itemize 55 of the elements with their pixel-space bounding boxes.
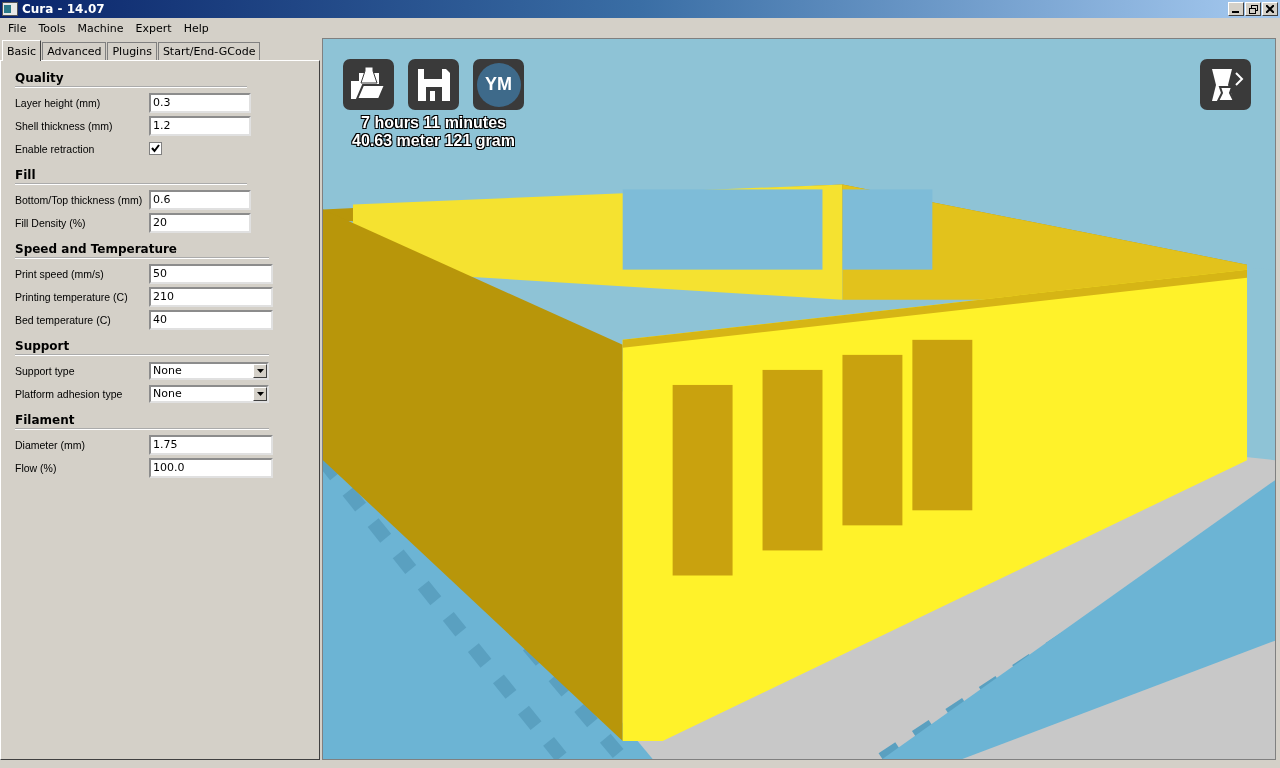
dropdown[interactable]: None xyxy=(149,361,269,380)
input-field[interactable]: 1.75 xyxy=(149,434,273,455)
tab[interactable]: Start/End-GCode xyxy=(157,42,261,60)
setting-label: Fill Density (%) xyxy=(15,216,87,229)
close-button[interactable] xyxy=(1262,2,1278,16)
save-button[interactable] xyxy=(408,59,459,110)
caret-icon xyxy=(256,391,264,396)
setting-label: Platform adhesion type xyxy=(15,387,124,400)
menu-item[interactable]: Machine xyxy=(71,21,130,35)
view-mode-button[interactable] xyxy=(1200,59,1251,110)
section-heading: Speed and Temperature xyxy=(15,238,269,259)
tab[interactable]: Advanced xyxy=(42,42,107,60)
setting-label: Shell thickness (mm) xyxy=(15,119,114,132)
minimize-button[interactable] xyxy=(1228,2,1244,16)
3d-viewport[interactable]: YM 7 hours 11 minutes 40.63 meter 121 gram xyxy=(322,38,1276,760)
section-heading: Fill xyxy=(15,164,247,185)
window-title: Cura - 14.07 xyxy=(22,2,105,16)
menu-item[interactable]: Expert xyxy=(129,21,178,35)
setting-label: Flow (%) xyxy=(15,461,58,474)
setting-label: Layer height (mm) xyxy=(15,96,102,109)
ym-button[interactable]: YM xyxy=(473,59,524,110)
input-field[interactable]: 100.0 xyxy=(149,457,273,478)
menu-item[interactable]: Tools xyxy=(32,21,72,35)
setting-label: Bed temperature (C) xyxy=(15,313,112,326)
setting-label: Bottom/Top thickness (mm) xyxy=(15,193,144,206)
print-time-text: 7 hours 11 minutes xyxy=(361,114,506,132)
setting-label: Enable retraction xyxy=(15,142,96,155)
section-heading: Quality xyxy=(15,67,247,88)
setting-label: Printing temperature (C) xyxy=(15,290,129,303)
input-field[interactable]: 0.6 xyxy=(149,189,251,210)
restore-icon xyxy=(1248,4,1258,14)
section-heading: Support xyxy=(15,335,269,356)
setting-label: Print speed (mm/s) xyxy=(15,267,105,280)
input-field[interactable]: 0.3 xyxy=(149,92,251,113)
restore-button[interactable] xyxy=(1245,2,1261,16)
input-field[interactable]: 20 xyxy=(149,212,251,233)
input-field[interactable]: 50 xyxy=(149,263,273,284)
menu-item[interactable]: File xyxy=(2,21,33,35)
input-field[interactable]: 210 xyxy=(149,286,273,307)
menu-item[interactable]: Help xyxy=(177,21,215,35)
dropdown[interactable]: None xyxy=(149,384,269,403)
check-icon xyxy=(151,144,160,153)
setting-label: Support type xyxy=(15,364,76,377)
setting-label: Diameter (mm) xyxy=(15,438,86,451)
input-field[interactable]: 40 xyxy=(149,309,273,330)
section-heading: Filament xyxy=(15,409,269,430)
material-usage-text: 40.63 meter 121 gram xyxy=(352,132,515,150)
close-icon xyxy=(1266,5,1274,13)
load-model-button[interactable] xyxy=(343,59,394,110)
checkbox[interactable] xyxy=(149,142,162,155)
tab[interactable]: Plugins xyxy=(107,42,157,60)
caret-icon xyxy=(256,368,264,373)
input-field[interactable]: 1.2 xyxy=(149,115,251,136)
tab[interactable]: Basic xyxy=(2,40,42,61)
app-icon xyxy=(2,2,18,16)
